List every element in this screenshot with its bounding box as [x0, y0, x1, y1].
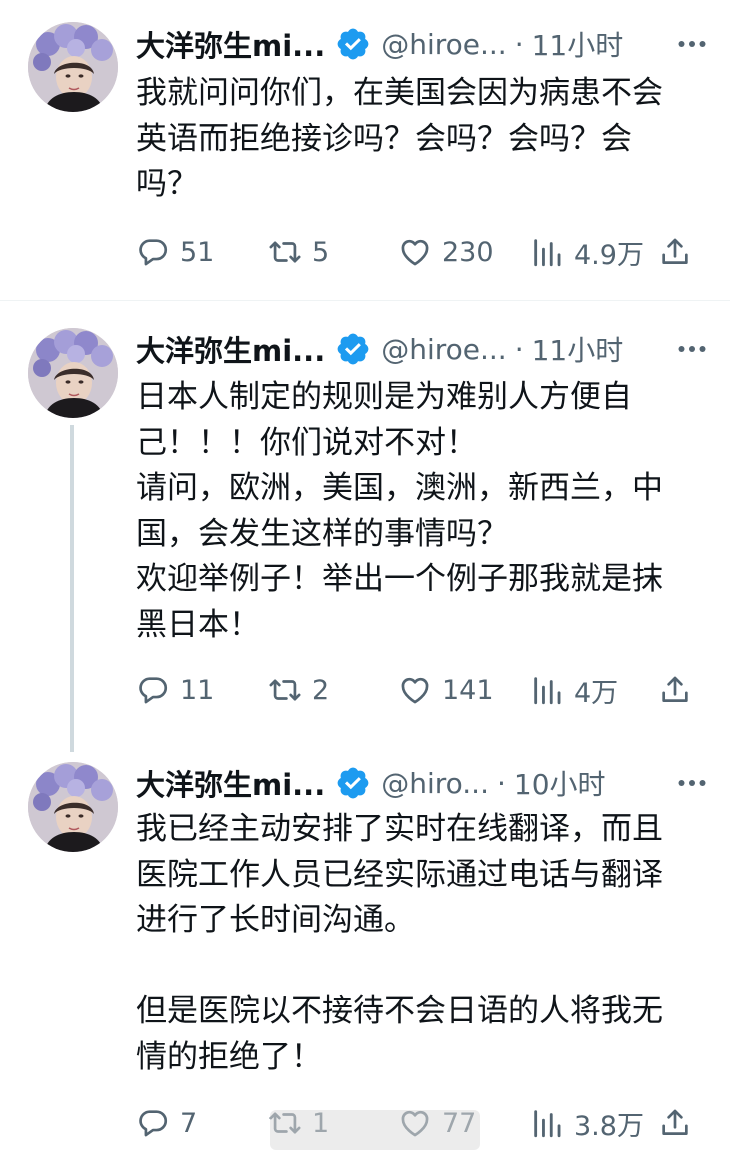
avatar[interactable]	[28, 22, 118, 112]
tweet[interactable]: 大洋弥生mi... @hiroe... · 11小时 日本人制定的规则是为难别人…	[0, 301, 730, 731]
reply-icon	[136, 1106, 170, 1140]
views-button[interactable]: 4万	[530, 670, 618, 710]
like-button[interactable]: 141	[398, 670, 494, 710]
share-button[interactable]	[658, 232, 692, 272]
tweet-text: 日本人制定的规则是为难别人方便自 己！！！你们说对不对！ 请问，欧洲，美国，澳洲…	[136, 379, 663, 643]
timestamp[interactable]: 11小时	[532, 329, 624, 369]
verified-badge-icon	[335, 26, 371, 62]
views-icon	[530, 235, 564, 269]
retweet-icon	[268, 235, 302, 269]
tweet-text: 我就问问你们，在美国会因为病患不会 英语而拒绝接诊吗？会吗？会吗？会 吗？	[136, 75, 663, 202]
reply-count: 51	[180, 236, 215, 268]
separator-dot: ·	[496, 766, 506, 800]
verified-badge-icon	[335, 765, 371, 801]
reply-button[interactable]: 51	[136, 232, 214, 272]
tweet-header: 大洋弥生mi... @hiro... · 10小时	[136, 761, 710, 805]
like-button[interactable]: 230	[398, 232, 494, 272]
tweet[interactable]: 大洋弥生mi... @hiro... · 10小时 我已经主动安排了实时在线翻译…	[0, 735, 730, 1160]
retweet-count: 2	[312, 674, 330, 706]
reply-button[interactable]: 7	[136, 1103, 197, 1143]
reply-count: 7	[180, 1107, 198, 1139]
views-icon	[530, 1106, 564, 1140]
verified-badge-icon	[335, 331, 371, 367]
like-icon	[398, 673, 432, 707]
reply-icon	[136, 673, 170, 707]
views-button[interactable]: 4.9万	[530, 232, 644, 272]
retweet-count: 5	[312, 236, 330, 268]
action-bar: 51 5 230 4.9万	[136, 232, 696, 272]
avatar[interactable]	[28, 328, 118, 418]
retweet-button[interactable]: 5	[268, 232, 329, 272]
action-bar: 11 2 141 4万	[136, 670, 696, 710]
avatar[interactable]	[28, 762, 118, 852]
like-count: 230	[442, 236, 494, 268]
views-button[interactable]: 3.8万	[530, 1103, 644, 1143]
view-count: 4.9万	[574, 239, 644, 271]
author-handle[interactable]: @hiroe...	[381, 333, 506, 366]
like-icon	[398, 235, 432, 269]
more-icon[interactable]	[674, 331, 710, 367]
author-handle[interactable]: @hiro...	[381, 767, 489, 800]
share-icon	[658, 673, 692, 707]
more-icon[interactable]	[674, 26, 710, 62]
retweet-icon	[268, 673, 302, 707]
author-name[interactable]: 大洋弥生mi...	[136, 23, 325, 65]
share-icon	[658, 235, 692, 269]
author-name[interactable]: 大洋弥生mi...	[136, 762, 325, 804]
view-count: 4万	[574, 677, 619, 709]
share-button[interactable]	[658, 1103, 692, 1143]
retweet-button[interactable]: 2	[268, 670, 329, 710]
author-name[interactable]: 大洋弥生mi...	[136, 328, 325, 370]
reply-count: 11	[180, 674, 215, 706]
reply-icon	[136, 235, 170, 269]
watermark-overlay	[270, 1110, 480, 1150]
views-icon	[530, 673, 564, 707]
author-handle[interactable]: @hiroe...	[381, 28, 506, 61]
tweet[interactable]: 大洋弥生mi... @hiroe... · 11小时 我就问问你们，在美国会因为…	[0, 0, 730, 300]
tweet-header: 大洋弥生mi... @hiroe... · 11小时	[136, 327, 710, 371]
more-icon[interactable]	[674, 765, 710, 801]
tweet-text: 我已经主动安排了实时在线翻译，而且 医院工作人员已经实际通过电话与翻译 进行了长…	[136, 811, 663, 1075]
share-button[interactable]	[658, 670, 692, 710]
timestamp[interactable]: 10小时	[514, 763, 606, 803]
timestamp[interactable]: 11小时	[532, 24, 624, 64]
reply-button[interactable]: 11	[136, 670, 214, 710]
separator-dot: ·	[514, 332, 524, 366]
separator-dot: ·	[514, 27, 524, 61]
view-count: 3.8万	[574, 1110, 644, 1142]
share-icon	[658, 1106, 692, 1140]
like-count: 141	[442, 674, 494, 706]
tweet-header: 大洋弥生mi... @hiroe... · 11小时	[136, 22, 710, 66]
